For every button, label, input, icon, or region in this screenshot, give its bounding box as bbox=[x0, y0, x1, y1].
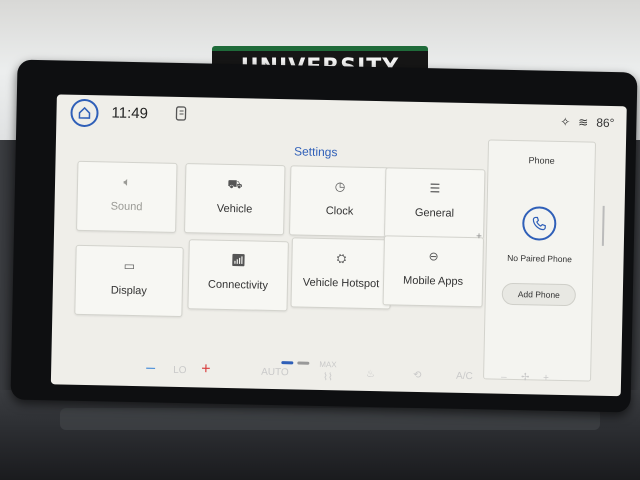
apps-icon: ⊖ bbox=[428, 249, 439, 264]
status-right: ✧ ≋ 86° bbox=[560, 115, 615, 130]
status-bar: 11:49 ✧ ≋ 86° bbox=[56, 94, 627, 142]
fan-icon: ✢ bbox=[520, 372, 530, 384]
home-icon bbox=[78, 106, 91, 119]
tile-label: Vehicle Hotspot bbox=[302, 276, 380, 291]
tile-sound[interactable]: 🔈︎ Sound bbox=[76, 160, 178, 233]
infotainment-screen: 11:49 ✧ ≋ 86° Settings 🔈︎ Sound ⛟ Vehicl… bbox=[50, 94, 627, 397]
temp-up-button[interactable]: + bbox=[201, 360, 211, 378]
tile-mobile-apps[interactable]: ⊖ Mobile Apps bbox=[382, 235, 485, 308]
home-button[interactable] bbox=[70, 98, 99, 128]
panel-scrollbar[interactable] bbox=[601, 205, 605, 246]
tile-label: Display bbox=[110, 284, 147, 298]
outside-temperature: 86° bbox=[596, 115, 615, 131]
max-defrost-button[interactable]: MAX bbox=[319, 360, 337, 369]
resize-plus-icon: + bbox=[475, 231, 482, 243]
hotspot-icon: ⛭ bbox=[336, 251, 347, 266]
wifi-status-icon: ≋ bbox=[578, 115, 589, 130]
tile-label: Mobile Apps bbox=[402, 274, 464, 288]
temp-down-button[interactable]: – bbox=[146, 359, 155, 377]
tile-connectivity[interactable]: 📶︎ Connectivity bbox=[187, 239, 289, 312]
phone-button[interactable] bbox=[521, 206, 557, 241]
status-time: 11:49 bbox=[111, 104, 149, 123]
tile-label: Clock bbox=[325, 205, 354, 218]
tile-label: Vehicle bbox=[216, 202, 253, 216]
tile-label: General bbox=[414, 206, 455, 220]
dash-trim bbox=[60, 408, 600, 430]
speaker-icon: 🔈︎ bbox=[123, 174, 131, 189]
vehicle-icon: ⛟ bbox=[227, 176, 243, 192]
fan-down-button[interactable]: – bbox=[501, 372, 507, 383]
defrost-icon: ⌇⌇ bbox=[322, 372, 333, 384]
recirculation-icon[interactable]: ⟲ bbox=[413, 370, 422, 381]
tile-display[interactable]: ▭ Display bbox=[74, 244, 184, 318]
page-title: Settings bbox=[293, 144, 338, 160]
phone-icon bbox=[532, 216, 546, 231]
tile-clock[interactable]: ◷ Clock bbox=[289, 165, 391, 238]
tile-vehicle[interactable]: ⛟ Vehicle bbox=[184, 163, 286, 236]
infotainment-bezel: 11:49 ✧ ≋ 86° Settings 🔈︎ Sound ⛟ Vehicl… bbox=[10, 59, 638, 413]
wifi-icon: 📶︎ bbox=[230, 253, 247, 268]
tile-label: Connectivity bbox=[207, 278, 269, 292]
ac-button[interactable]: A/C bbox=[456, 371, 473, 382]
add-phone-button[interactable]: Add Phone bbox=[501, 282, 577, 307]
phone-status-text: No Paired Phone bbox=[507, 252, 573, 265]
temp-left-value: LO bbox=[173, 364, 187, 377]
clock-icon: ◷ bbox=[334, 179, 346, 194]
sliders-icon: ☰ bbox=[429, 181, 441, 196]
display-icon: ▭ bbox=[123, 258, 136, 274]
phone-panel[interactable]: Phone No Paired Phone Add Phone bbox=[483, 139, 597, 382]
phone-title: Phone bbox=[528, 155, 555, 166]
tile-vehicle-hotspot[interactable]: ⛭ Vehicle Hotspot bbox=[290, 237, 392, 310]
tile-label: Sound bbox=[110, 200, 143, 214]
phone-projection-icon[interactable] bbox=[174, 106, 188, 122]
tile-general[interactable]: ☰ General bbox=[383, 167, 486, 240]
fan-up-button[interactable]: + bbox=[543, 373, 549, 384]
signal-icon: ✧ bbox=[560, 114, 571, 130]
seat-heat-icon[interactable]: ♨ bbox=[366, 369, 375, 380]
auto-button[interactable]: AUTO bbox=[261, 367, 289, 379]
